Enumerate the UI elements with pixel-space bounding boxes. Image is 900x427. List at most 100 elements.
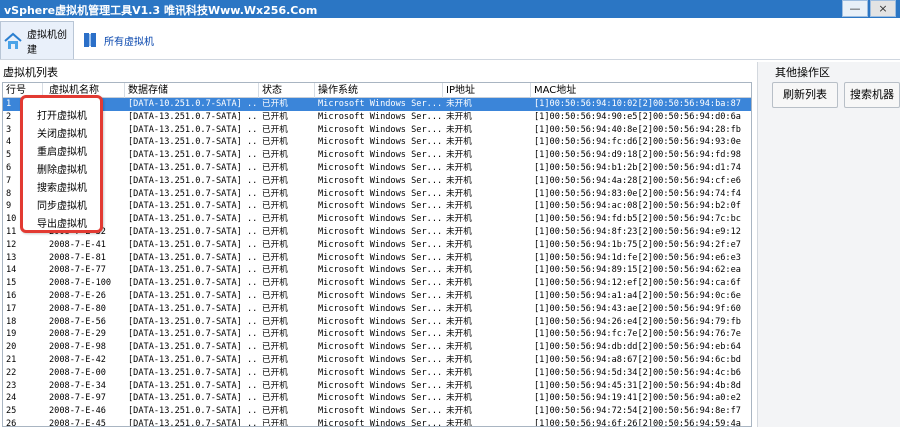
cell-mac: [1]00:50:56:94:72:54[2]00:50:56:94:8e:f7 bbox=[534, 406, 741, 417]
cell-os: Microsoft Windows Ser... bbox=[318, 419, 443, 427]
cell-ip: 未开机 bbox=[446, 188, 472, 199]
cell-row-number: 18 bbox=[6, 316, 17, 327]
vm-list-group-label: 虚拟机列表 bbox=[3, 66, 58, 79]
menu-item-sync-vm[interactable]: 同步虚拟机 bbox=[37, 197, 87, 212]
table-row[interactable]: 16 2008-7-E-26 [DATA-13.251.0.7-SATA] ... 已… bbox=[3, 290, 751, 303]
refresh-list-button[interactable]: 刷新列表 bbox=[772, 82, 838, 108]
vm-table[interactable]: 行号 虚拟机名称 数据存储 状态 操作系统 IP地址 MAC地址 12008-7… bbox=[2, 82, 752, 427]
search-machine-button[interactable]: 搜索机器 bbox=[844, 82, 900, 108]
table-row[interactable]: 42008-7-E-…[DATA-13.251.0.7-SATA] ...已开机… bbox=[3, 136, 751, 149]
cell-datastore: [DATA-13.251.0.7-SATA] ... bbox=[128, 124, 259, 135]
table-row[interactable]: 24 2008-7-E-97 [DATA-13.251.0.7-SATA] ... 已… bbox=[3, 392, 751, 405]
cell-os: Microsoft Windows Ser... bbox=[318, 188, 443, 199]
tab-all-vms[interactable]: 所有虚拟机 bbox=[78, 21, 168, 59]
cell-datastore: [DATA-13.251.0.7-SATA] ... bbox=[128, 214, 259, 225]
menu-item-delete-vm[interactable]: 删除虚拟机 bbox=[37, 161, 87, 176]
window-title: vSphere虚拟机管理工具V1.3 唯讯科技Www.Wx256.Com bbox=[4, 4, 318, 17]
table-row[interactable]: 25 2008-7-E-46 [DATA-13.251.0.7-SATA] ... 已… bbox=[3, 405, 751, 418]
menu-item-search-vm[interactable]: 搜索虚拟机 bbox=[37, 179, 87, 194]
cell-vm-name: 2008-7-E-26 bbox=[49, 291, 106, 301]
tab-label: 虚拟机创建 bbox=[27, 29, 67, 56]
table-row[interactable]: 72008-7-E-…[DATA-13.251.0.7-SATA] ...已开机… bbox=[3, 175, 751, 188]
cell-status: 已开机 bbox=[262, 239, 288, 250]
table-row[interactable]: 19 2008-7-E-29 [DATA-13.251.0.7-SATA] ... 已… bbox=[3, 328, 751, 341]
table-row[interactable]: 12008-7-E-…[DATA-10.251.0.7-SATA] ...已开机… bbox=[3, 98, 751, 111]
cell-status: 已开机 bbox=[262, 111, 288, 122]
cell-status: 已开机 bbox=[262, 201, 288, 212]
cell-ip: 未开机 bbox=[446, 393, 472, 404]
cell-status: 已开机 bbox=[262, 355, 288, 365]
column-header-mac[interactable]: MAC地址 bbox=[531, 83, 751, 98]
tab-vm-create[interactable]: 虚拟机创建 bbox=[0, 21, 74, 59]
cell-status: 已开机 bbox=[262, 163, 288, 173]
cell-datastore: [DATA-13.251.0.7-SATA] ... bbox=[128, 239, 259, 250]
tab-bar: 虚拟机创建 所有虚拟机 bbox=[0, 18, 900, 60]
cell-datastore: [DATA-13.251.0.7-SATA] ... bbox=[128, 291, 259, 301]
table-row[interactable]: 20 2008-7-E-98 [DATA-13.251.0.7-SATA] ... 已… bbox=[3, 341, 751, 354]
cell-os: Microsoft Windows Ser... bbox=[318, 329, 443, 340]
table-row[interactable]: 21 2008-7-E-42 [DATA-13.251.0.7-SATA] ... 已… bbox=[3, 354, 751, 367]
table-row[interactable]: 22008-7-E-…[DATA-13.251.0.7-SATA] ...已开机… bbox=[3, 111, 751, 124]
table-row[interactable]: 14 2008-7-E-77 [DATA-13.251.0.7-SATA] ... 已… bbox=[3, 264, 751, 277]
cell-mac: [1]00:50:56:94:43:ae[2]00:50:56:94:9f:60 bbox=[534, 303, 741, 314]
cell-os: Microsoft Windows Ser... bbox=[318, 137, 443, 148]
minimize-button[interactable]: — bbox=[842, 0, 868, 17]
cell-status: 已开机 bbox=[262, 188, 288, 199]
cell-mac: [1]00:50:56:94:45:31[2]00:50:56:94:4b:8d bbox=[534, 380, 741, 391]
table-row[interactable]: 12 2008-7-E-41 [DATA-13.251.0.7-SATA] ... 已… bbox=[3, 239, 751, 252]
cell-ip: 未开机 bbox=[446, 367, 472, 378]
cell-os: Microsoft Windows Ser... bbox=[318, 201, 443, 212]
table-row[interactable]: 22 2008-7-E-00 [DATA-13.251.0.7-SATA] ... 已… bbox=[3, 367, 751, 380]
cell-mac: [1]00:50:56:94:1d:fe[2]00:50:56:94:e6:e3 bbox=[534, 252, 741, 263]
cell-ip: 未开机 bbox=[446, 265, 472, 276]
cell-vm-name: 2008-7-E-56 bbox=[49, 316, 106, 327]
menu-item-close-vm[interactable]: 关闭虚拟机 bbox=[37, 125, 87, 140]
cell-status: 已开机 bbox=[262, 291, 288, 301]
cell-status: 已开机 bbox=[262, 380, 288, 391]
table-row[interactable]: 92008-7-E-…[DATA-13.251.0.7-SATA] ...已开机… bbox=[3, 200, 751, 213]
table-row[interactable]: 32008-7-E-…[DATA-13.251.0.7-SATA] ...已开机… bbox=[3, 124, 751, 137]
other-operations-panel: 其他操作区 刷新列表 搜索机器 bbox=[757, 62, 900, 427]
cell-os: Microsoft Windows Ser... bbox=[318, 303, 443, 314]
cell-row-number: 24 bbox=[6, 393, 17, 404]
menu-item-export-vm[interactable]: 导出虚拟机 bbox=[37, 215, 87, 230]
other-ops-group-label: 其他操作区 bbox=[775, 66, 830, 79]
table-row[interactable]: 102008-7-E-…[DATA-13.251.0.7-SATA] ...已开… bbox=[3, 213, 751, 226]
cell-status: 已开机 bbox=[262, 150, 288, 161]
table-row[interactable]: 13 2008-7-E-81 [DATA-13.251.0.7-SATA] ... 已… bbox=[3, 252, 751, 265]
cell-status: 已开机 bbox=[262, 137, 288, 148]
table-row[interactable]: 62008-7-E-…[DATA-13.251.0.7-SATA] ...已开机… bbox=[3, 162, 751, 175]
cell-ip: 未开机 bbox=[446, 150, 472, 161]
table-row[interactable]: 26 2008-7-E-45 [DATA-13.251.0.7-SATA] ... 已… bbox=[3, 418, 751, 427]
menu-item-restart-vm[interactable]: 重启虚拟机 bbox=[37, 143, 87, 158]
column-header-ip[interactable]: IP地址 bbox=[443, 83, 531, 98]
cell-os: Microsoft Windows Ser... bbox=[318, 406, 443, 417]
table-row[interactable]: 15 2008-7-E-100 [DATA-13.251.0.7-SATA] ...… bbox=[3, 277, 751, 290]
cell-status: 已开机 bbox=[262, 419, 288, 427]
cell-status: 已开机 bbox=[262, 316, 288, 327]
table-row[interactable]: 52008-7-E-…[DATA-13.251.0.7-SATA] ...已开机… bbox=[3, 149, 751, 162]
table-row[interactable]: 112008-7-E-32[DATA-13.251.0.7-SATA] ...已… bbox=[3, 226, 751, 239]
cell-os: Microsoft Windows Ser... bbox=[318, 227, 443, 237]
cell-os: Microsoft Windows Ser... bbox=[318, 380, 443, 391]
column-header-os[interactable]: 操作系统 bbox=[315, 83, 443, 98]
cell-ip: 未开机 bbox=[446, 380, 472, 391]
column-header-status[interactable]: 状态 bbox=[259, 83, 315, 98]
table-row[interactable]: 18 2008-7-E-56 [DATA-13.251.0.7-SATA] ... 已… bbox=[3, 316, 751, 329]
cell-datastore: [DATA-13.251.0.7-SATA] ... bbox=[128, 380, 259, 391]
cell-datastore: [DATA-13.251.0.7-SATA] ... bbox=[128, 163, 259, 173]
cell-mac: [1]00:50:56:94:19:41[2]00:50:56:94:a0:e2 bbox=[534, 393, 741, 404]
cell-os: Microsoft Windows Ser... bbox=[318, 393, 443, 404]
cell-row-number: 20 bbox=[6, 342, 17, 353]
close-button[interactable]: × bbox=[870, 0, 896, 17]
table-row[interactable]: 23 2008-7-E-34 [DATA-13.251.0.7-SATA] ... 已… bbox=[3, 380, 751, 393]
cell-datastore: [DATA-13.251.0.7-SATA] ... bbox=[128, 419, 259, 427]
cell-vm-name: 2008-7-E-00 bbox=[49, 367, 106, 378]
column-header-datastore[interactable]: 数据存储 bbox=[125, 83, 259, 98]
cell-mac: [1]00:50:56:94:4a:28[2]00:50:56:94:cf:e6 bbox=[534, 175, 741, 186]
cell-ip: 未开机 bbox=[446, 227, 472, 237]
menu-item-open-vm[interactable]: 打开虚拟机 bbox=[37, 107, 87, 122]
table-row[interactable]: 17 2008-7-E-80 [DATA-13.251.0.7-SATA] ... 已… bbox=[3, 303, 751, 316]
table-row[interactable]: 82008-7-E-…[DATA-13.251.0.7-SATA] ...已开机… bbox=[3, 188, 751, 201]
cell-vm-name: 2008-7-E-45 bbox=[49, 419, 106, 427]
